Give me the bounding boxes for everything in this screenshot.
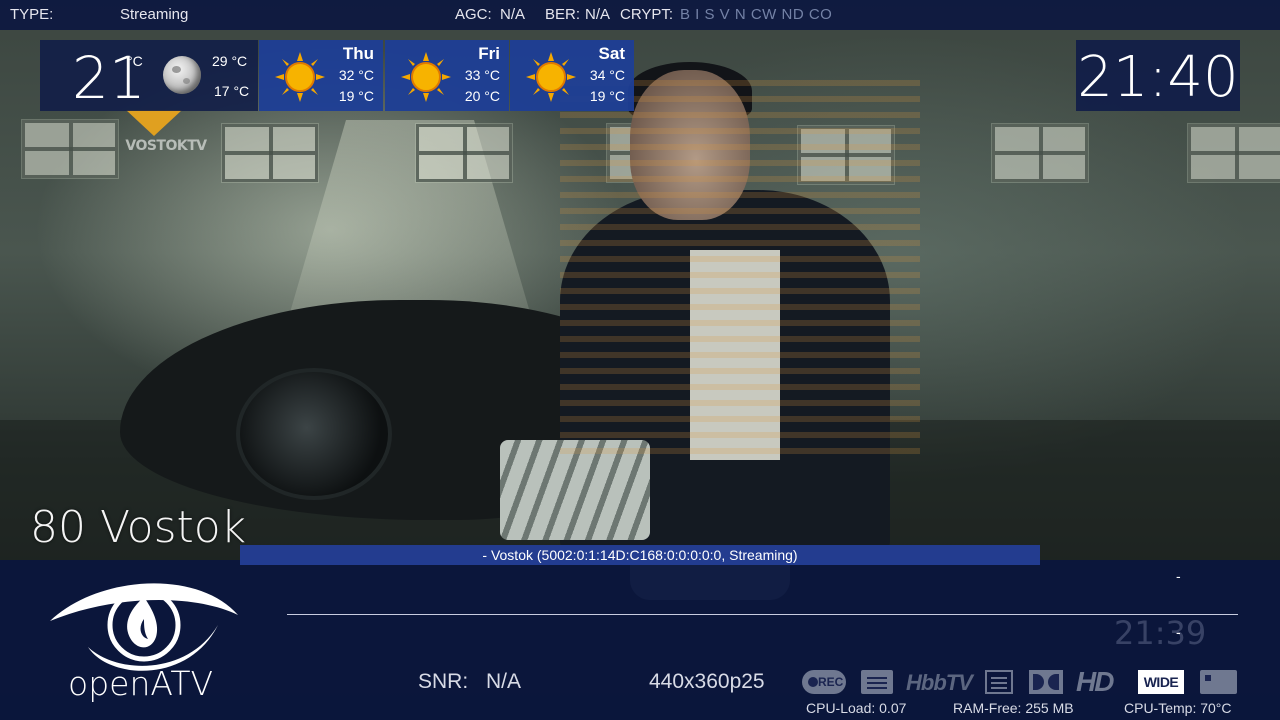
weather-current: 21 °C 29 °C 17 °C xyxy=(40,40,258,112)
ber-value: N/A xyxy=(585,6,611,23)
channel-logo-overlay: VOSTOKTV xyxy=(116,110,216,158)
moon-icon xyxy=(163,56,201,94)
sun-icon xyxy=(275,52,325,102)
forecast-low: 19 °C xyxy=(589,88,625,104)
type-value: Streaming xyxy=(120,6,189,23)
video-format-icon xyxy=(1200,670,1237,694)
background-window xyxy=(416,124,512,182)
crypt-label: CRYPT: xyxy=(620,6,674,23)
channel-number-name: 80 Vostok xyxy=(30,502,247,553)
clock: 21:40 xyxy=(1077,45,1239,110)
background-window xyxy=(992,124,1088,182)
signal-info-bar: TYPE: Streaming AGC: N/A BER: N/A CRYPT:… xyxy=(0,0,1280,30)
forecast-day-name: Sat xyxy=(598,44,625,63)
motorcycle-headlight xyxy=(236,368,392,500)
forecast-day-name: Fri xyxy=(478,44,500,63)
next-event-title: - xyxy=(1176,624,1181,640)
forecast-day: Fri 33 °C 20 °C xyxy=(385,40,509,111)
next-event-time: 21:39 xyxy=(1114,614,1207,652)
background-window xyxy=(1188,124,1280,182)
forecast-high: 34 °C xyxy=(589,67,625,83)
sun-icon xyxy=(526,52,576,102)
sun-icon xyxy=(401,52,451,102)
hd-icon: HD xyxy=(1076,666,1114,697)
dolby-icon xyxy=(1029,670,1063,694)
clock-panel: 21:40 xyxy=(1076,40,1240,111)
forecast-low: 20 °C xyxy=(464,88,500,104)
background-window xyxy=(222,124,318,182)
today-high: 29 °C xyxy=(212,53,248,69)
agc-value: N/A xyxy=(500,6,526,23)
forecast-day-name: Thu xyxy=(342,44,374,63)
teletext-icon xyxy=(861,670,893,694)
cpu-temp: CPU-Temp: 70°C xyxy=(1124,700,1232,716)
background-window xyxy=(22,120,118,178)
video-resolution: 440x360p25 xyxy=(649,670,765,693)
snr-label: SNR: xyxy=(418,670,469,693)
forecast-day: Sat 34 °C 19 °C xyxy=(510,40,634,111)
video-artifact-stripes xyxy=(560,80,920,460)
crypt-flags: B I S V N CW ND CO xyxy=(680,6,833,23)
now-event-title: - xyxy=(1176,568,1181,584)
event-progress-bar xyxy=(287,614,1238,615)
service-info-strip: - Vostok (5002:0:1:14D:C168:0:0:0:0:0, S… xyxy=(240,545,1040,565)
channel-logo-shape xyxy=(126,110,182,136)
today-low: 17 °C xyxy=(214,83,250,99)
channel-logo-text: VOSTOKTV xyxy=(125,138,207,154)
forecast-low: 19 °C xyxy=(338,88,374,104)
rec-icon: REC xyxy=(802,670,846,694)
brand-name: openATV xyxy=(68,664,214,703)
ber-label: BER: xyxy=(545,6,581,23)
widescreen-icon: WIDE xyxy=(1138,670,1184,694)
forecast-high: 32 °C xyxy=(338,67,374,83)
snr-value: N/A xyxy=(486,670,522,693)
forecast-high: 33 °C xyxy=(464,67,500,83)
ram-free: RAM-Free: 255 MB xyxy=(953,700,1074,716)
agc-label: AGC: xyxy=(455,6,492,23)
subtitles-icon xyxy=(985,670,1013,694)
current-temperature-unit: °C xyxy=(127,53,143,69)
cpu-load: CPU-Load: 0.07 xyxy=(806,700,907,716)
weather-widget: 21 °C 29 °C 17 °C Thu 32 °C 19 °C Fri 33… xyxy=(40,40,635,112)
hbbtv-icon: HbbTV xyxy=(906,670,973,695)
forecast-day: Thu 32 °C 19 °C xyxy=(259,40,383,111)
type-label: TYPE: xyxy=(10,6,54,23)
